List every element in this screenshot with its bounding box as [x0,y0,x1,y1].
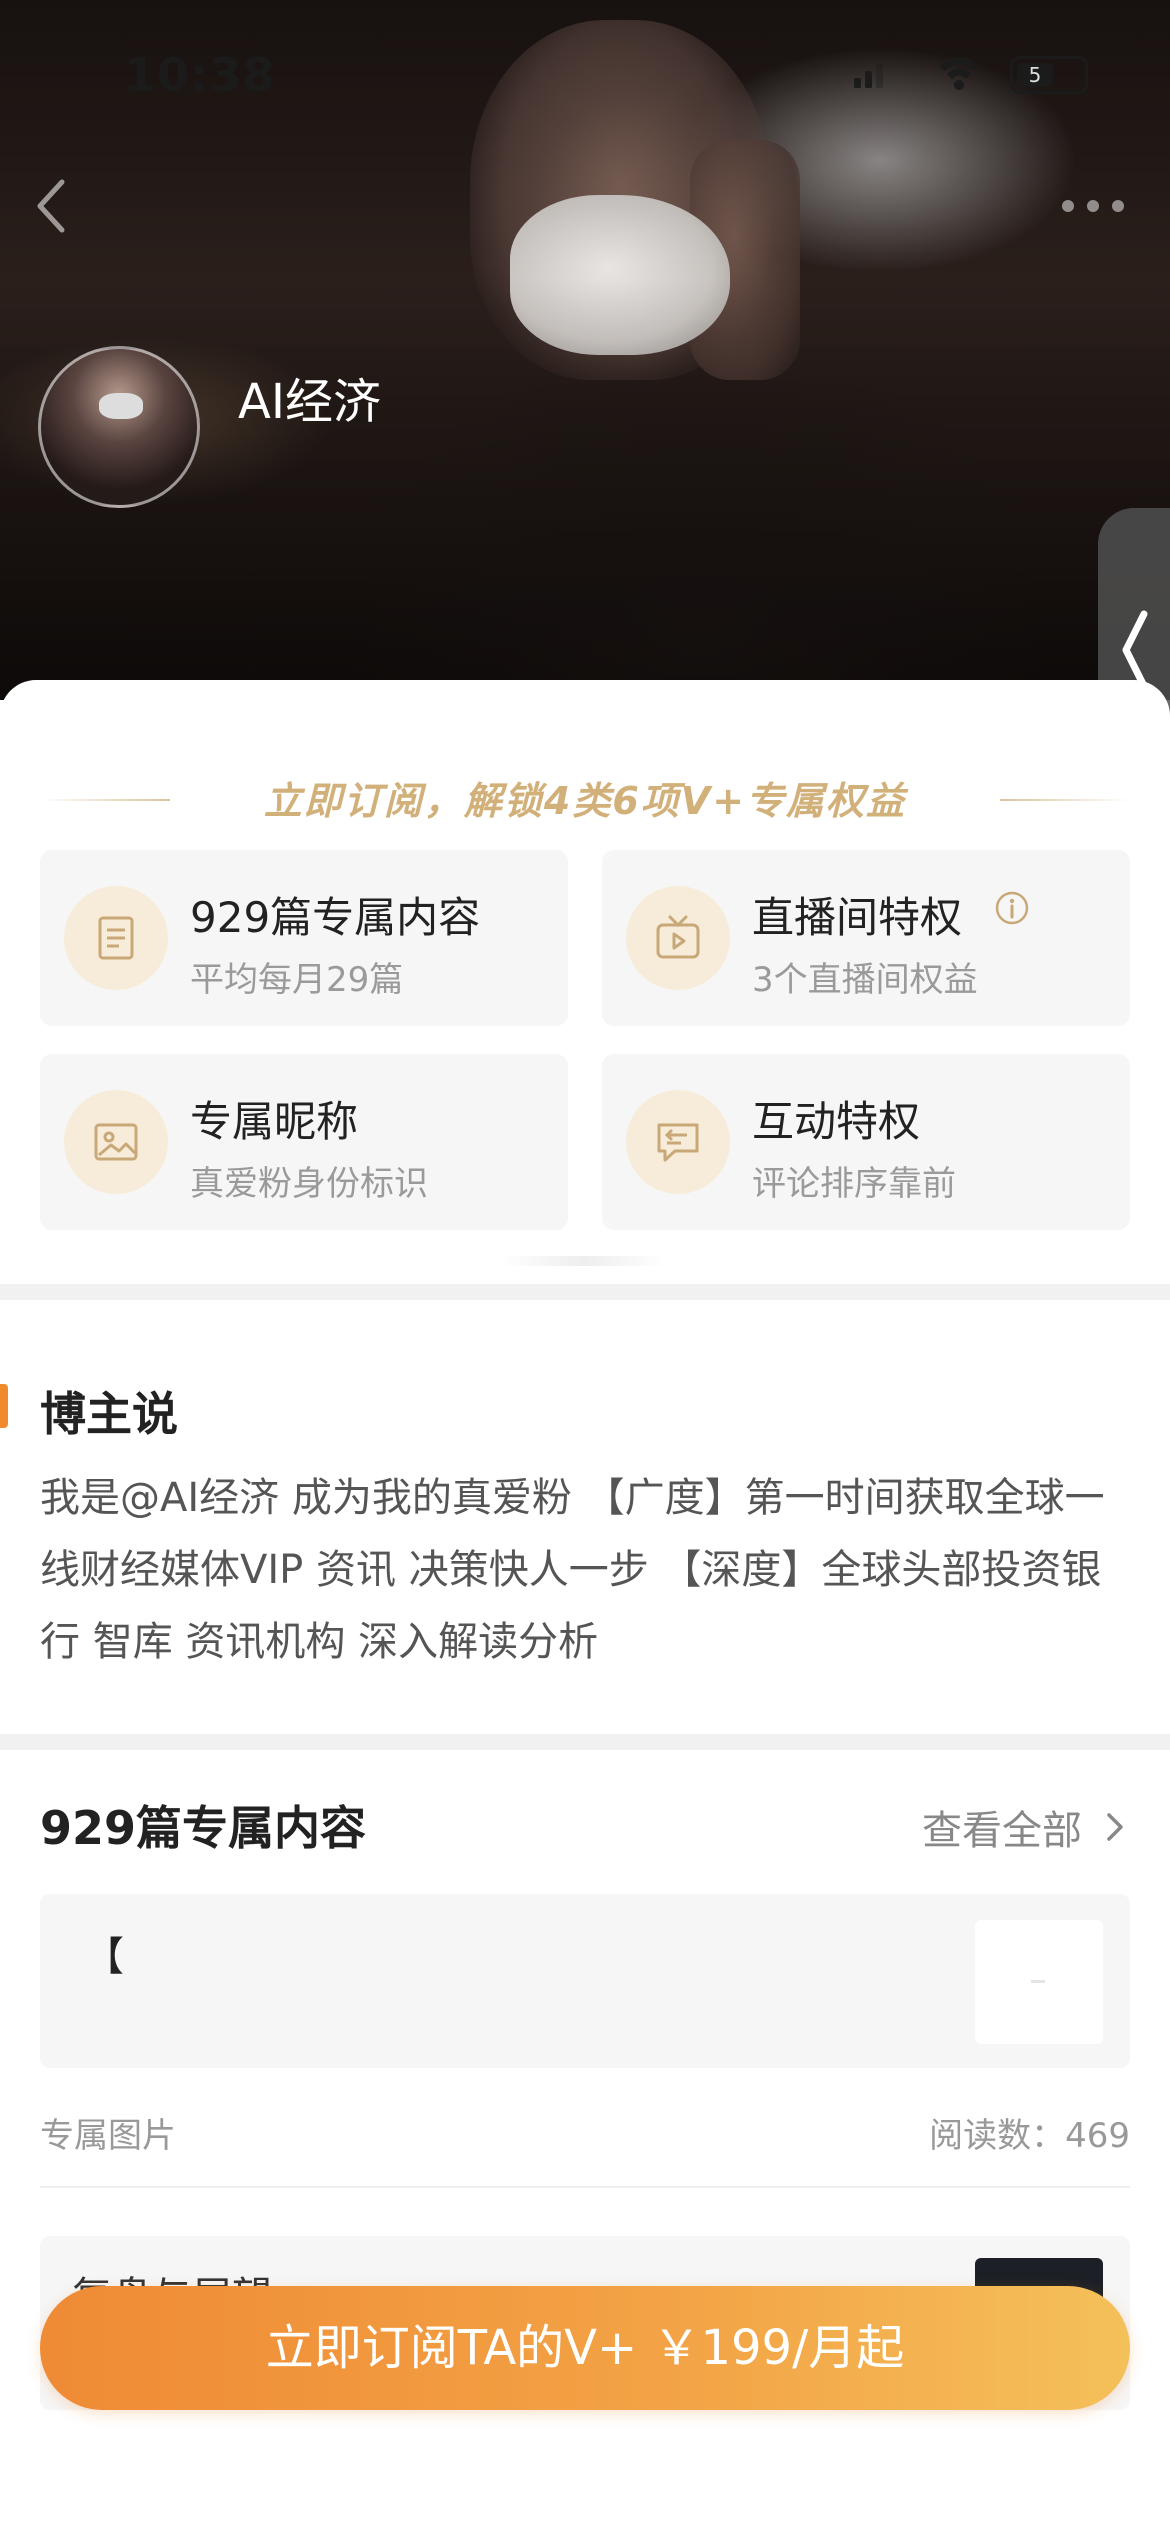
benefit-title: 直播间特权 [752,893,963,942]
exclusive-content-title: 929篇专属内容 [40,1801,367,1855]
post-tag: 专属图片 [40,2116,176,2156]
benefit-icon-bg [64,886,168,990]
image-icon [94,1123,138,1161]
blogger-description: 我是@AI经济 成为我的真爱粉 【广度】第一时间获取全球一线财经媒体VIP 资讯… [40,1475,1105,1665]
benefit-card-interaction[interactable]: 互动特权 评论排序靠前 [602,1054,1130,1230]
post-read-count: 阅读数：469 [929,2116,1130,2156]
post-title: 【 [84,1934,124,1980]
thumbnail-placeholder [1031,1980,1045,1983]
benefit-icon-bg [626,886,730,990]
subscribe-button[interactable]: 立即订阅TA的V+ ￥199/月起 [40,2286,1130,2410]
battery-level: 5 [1017,63,1053,87]
avatar-mask-detail [99,393,143,419]
benefit-subtitle: 评论排序靠前 [752,1164,956,1204]
benefit-icon-bg [626,1090,730,1194]
battery-icon: 5 [1010,56,1088,94]
document-icon [98,916,134,960]
status-time: 10:38 [124,48,276,102]
comment-icon [657,1123,699,1162]
benefit-icon-bg [64,1090,168,1194]
benefit-subtitle: 3个直播间权益 [752,960,978,1000]
section-divider [0,1734,1170,1750]
benefit-subtitle: 真爱粉身份标识 [190,1164,428,1204]
section-accent-bar [0,1384,8,1428]
benefit-title: 互动特权 [752,1097,921,1146]
benefit-title: 929篇专属内容 [190,893,481,942]
benefits-scroll-indicator [500,1256,668,1266]
benefit-card-nickname[interactable]: 专属昵称 真爱粉身份标识 [40,1054,568,1230]
post-separator [40,2186,1130,2188]
benefits-panel: 立即订阅，解锁4类6项V+专属权益 929篇专属内容 平均每月29篇 直播间特权 [0,680,1170,1280]
benefit-card-content[interactable]: 929篇专属内容 平均每月29篇 [40,850,568,1026]
blogger-says-title: 博主说 [40,1387,178,1441]
post-thumbnail [975,1920,1103,2044]
tv-icon [656,915,700,959]
cellular-signal-icon [854,64,883,88]
view-all-link[interactable]: 查看全部 [922,1798,1082,1856]
info-icon[interactable] [994,890,1030,926]
header-photo-shade [0,0,1170,700]
profile-name: AI经济 [238,374,381,430]
benefit-title: 专属昵称 [190,1097,359,1146]
back-arrow-icon[interactable] [32,176,72,236]
profile-header-background [0,0,1170,700]
more-options-icon[interactable] [1058,196,1128,216]
benefits-title: 立即订阅，解锁4类6项V+专属权益 [263,779,907,823]
post-card[interactable]: 【 [40,1894,1130,2068]
chevron-right-icon[interactable] [1104,1810,1126,1844]
wifi-icon [939,57,979,90]
avatar[interactable] [38,346,200,508]
benefit-card-live[interactable]: 直播间特权 3个直播间权益 [602,850,1130,1026]
section-divider [0,1284,1170,1300]
benefit-subtitle: 平均每月29篇 [190,960,404,1000]
